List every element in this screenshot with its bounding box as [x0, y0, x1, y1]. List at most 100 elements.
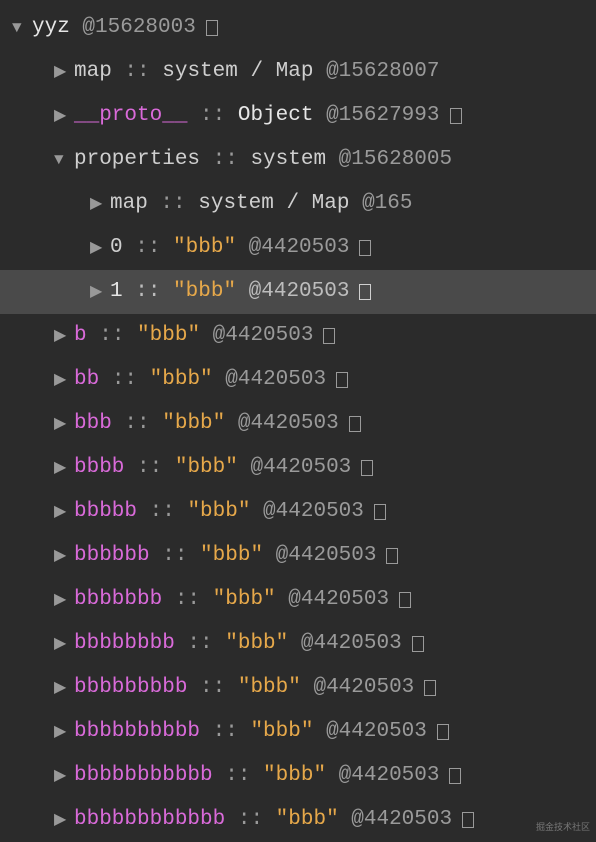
tree-row-bprop[interactable]: ▶bbbbbbb :: "bbb" @4420503	[0, 578, 596, 622]
prop-value: "bbb"	[173, 233, 236, 262]
link-box-icon	[349, 416, 361, 432]
tree-row-bprop[interactable]: ▶bb :: "bbb" @4420503	[0, 358, 596, 402]
chevron-right-icon: ▶	[54, 105, 72, 127]
tree-row-bprop[interactable]: ▶bbbb :: "bbb" @4420503	[0, 446, 596, 490]
prop-addr: @4420503	[301, 673, 414, 702]
chevron-right-icon: ▶	[54, 457, 72, 479]
tree-row-bprop[interactable]: ▶bbbbbbbb :: "bbb" @4420503	[0, 622, 596, 666]
tree-row-map[interactable]: ▶ map :: system / Map @15628007	[0, 50, 596, 94]
tree-row-bprop[interactable]: ▶bbbbb :: "bbb" @4420503	[0, 490, 596, 534]
prop-key: map	[74, 57, 112, 86]
tree-row-bprop[interactable]: ▶b :: "bbb" @4420503	[0, 314, 596, 358]
chevron-down-icon: ▼	[54, 149, 72, 171]
prop-value: "bbb"	[213, 585, 276, 614]
link-box-icon	[336, 372, 348, 388]
prop-key: map	[110, 189, 148, 218]
chevron-right-icon: ▶	[54, 413, 72, 435]
watermark: 掘金技术社区	[536, 821, 590, 834]
tree-row-bprop[interactable]: ▶bbbbbbbbbbbb :: "bbb" @4420503	[0, 798, 596, 842]
link-box-icon	[412, 636, 424, 652]
prop-value: "bbb"	[263, 761, 326, 790]
prop-key: bbbbbbbb	[74, 629, 175, 658]
link-box-icon	[449, 768, 461, 784]
chevron-right-icon: ▶	[54, 765, 72, 787]
prop-value: "bbb"	[175, 453, 238, 482]
chevron-right-icon: ▶	[54, 545, 72, 567]
tree-row-bprop[interactable]: ▶bbb :: "bbb" @4420503	[0, 402, 596, 446]
prop-key: bbbbb	[74, 497, 137, 526]
prop-addr: @4420503	[200, 321, 313, 350]
link-box-icon	[450, 108, 462, 124]
link-box-icon	[437, 724, 449, 740]
prop-value: "bbb"	[238, 673, 301, 702]
prop-addr: @4420503	[213, 365, 326, 394]
b-properties-container: ▶b :: "bbb" @4420503▶bb :: "bbb" @442050…	[0, 314, 596, 842]
prop-key: bbbbbbb	[74, 585, 162, 614]
prop-value: "bbb"	[150, 365, 213, 394]
tree-row-bprop[interactable]: ▶bbbbbbbbbbb :: "bbb" @4420503	[0, 754, 596, 798]
chevron-right-icon: ▶	[54, 325, 72, 347]
link-box-icon	[323, 328, 335, 344]
prop-addr: @15627993	[313, 101, 439, 130]
prop-value: "bbb"	[137, 321, 200, 350]
prop-key: 1	[110, 277, 123, 306]
chevron-right-icon: ▶	[54, 721, 72, 743]
tree-row-bprop[interactable]: ▶bbbbbb :: "bbb" @4420503	[0, 534, 596, 578]
prop-value: "bbb"	[225, 629, 288, 658]
chevron-right-icon: ▶	[54, 809, 72, 831]
tree-row-bprop[interactable]: ▶bbbbbbbbb :: "bbb" @4420503	[0, 666, 596, 710]
prop-type: Object	[238, 101, 314, 130]
prop-key: 0	[110, 233, 123, 262]
chevron-right-icon: ▶	[90, 237, 108, 259]
prop-addr: @4420503	[236, 277, 349, 306]
prop-value: "bbb"	[276, 805, 339, 834]
prop-key: properties	[74, 145, 200, 174]
prop-addr: @4420503	[313, 717, 426, 746]
link-box-icon	[462, 812, 474, 828]
object-tree: ▼ yyz @15628003 ▶ map :: system / Map @1…	[0, 0, 596, 842]
root-addr: @15628003	[82, 13, 195, 42]
prop-key: bbbbbb	[74, 541, 150, 570]
prop-value: "bbb"	[187, 497, 250, 526]
prop-addr: @4420503	[276, 585, 389, 614]
prop-addr: @4420503	[263, 541, 376, 570]
chevron-right-icon: ▶	[54, 501, 72, 523]
prop-type: system / Map	[198, 189, 349, 218]
link-box-icon	[374, 504, 386, 520]
link-box-icon	[424, 680, 436, 696]
prop-key: bbbbbbbbbbbb	[74, 805, 225, 834]
prop-value: "bbb"	[200, 541, 263, 570]
prop-key: bb	[74, 365, 99, 394]
tree-row-index-1[interactable]: ▶ 1 :: "bbb" @4420503	[0, 270, 596, 314]
prop-type: system / Map	[162, 57, 313, 86]
tree-row-map-inner[interactable]: ▶ map :: system / Map @165	[0, 182, 596, 226]
prop-key: bbb	[74, 409, 112, 438]
tree-row-properties[interactable]: ▼ properties :: system @15628005	[0, 138, 596, 182]
tree-row-root[interactable]: ▼ yyz @15628003	[0, 6, 596, 50]
prop-addr: @4420503	[225, 409, 338, 438]
prop-key: bbbbbbbbb	[74, 673, 187, 702]
tree-row-bprop[interactable]: ▶bbbbbbbbbb :: "bbb" @4420503	[0, 710, 596, 754]
prop-value: "bbb"	[173, 277, 236, 306]
prop-key: b	[74, 321, 87, 350]
chevron-right-icon: ▶	[54, 589, 72, 611]
link-box-icon	[361, 460, 373, 476]
root-name: yyz	[32, 13, 70, 42]
link-box-icon	[386, 548, 398, 564]
prop-addr: @165	[349, 189, 412, 218]
prop-key: bbbbbbbbbb	[74, 717, 200, 746]
prop-type: system	[250, 145, 326, 174]
prop-addr: @4420503	[326, 761, 439, 790]
link-box-icon	[399, 592, 411, 608]
chevron-down-icon: ▼	[12, 17, 30, 39]
prop-addr: @4420503	[250, 497, 363, 526]
tree-row-proto[interactable]: ▶ __proto__ :: Object @15627993	[0, 94, 596, 138]
chevron-right-icon: ▶	[54, 677, 72, 699]
link-box-icon	[359, 240, 371, 256]
prop-addr: @4420503	[288, 629, 401, 658]
prop-addr: @4420503	[339, 805, 452, 834]
tree-row-index-0[interactable]: ▶ 0 :: "bbb" @4420503	[0, 226, 596, 270]
prop-value: "bbb"	[162, 409, 225, 438]
chevron-right-icon: ▶	[54, 369, 72, 391]
chevron-right-icon: ▶	[90, 193, 108, 215]
